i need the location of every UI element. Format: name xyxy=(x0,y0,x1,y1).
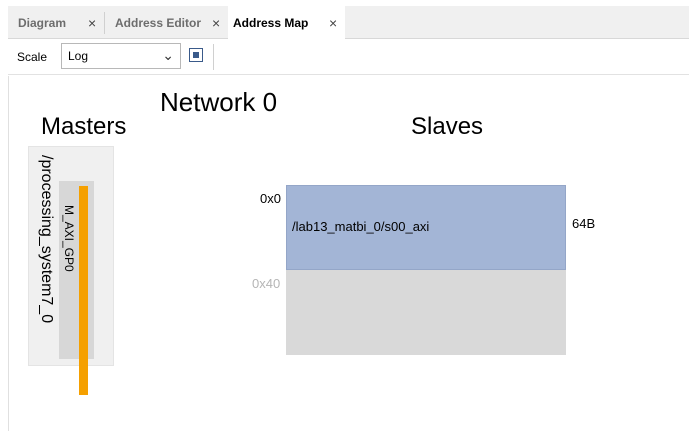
chevron-down-icon: ⌄ xyxy=(162,47,174,63)
fit-view-icon xyxy=(193,52,199,58)
close-icon[interactable]: × xyxy=(212,15,220,31)
scale-dropdown[interactable]: Log ⌄ xyxy=(61,43,181,69)
toolbar: Scale Log ⌄ xyxy=(8,40,689,75)
tab-label: Diagram xyxy=(18,16,67,30)
segment-start-address: 0x40 xyxy=(252,276,281,291)
scale-value: Log xyxy=(68,49,89,63)
masters-heading: Masters xyxy=(41,113,127,140)
close-icon[interactable]: × xyxy=(329,15,337,31)
tab-label: Address Map xyxy=(233,16,309,30)
network-title: Network 0 xyxy=(160,87,278,117)
segment-size: 64B xyxy=(572,216,596,231)
scale-label: Scale xyxy=(17,50,48,64)
close-icon[interactable]: × xyxy=(88,15,96,31)
tab-label: Address Editor xyxy=(115,16,202,30)
master-name: /processing_system7_0 xyxy=(38,155,55,324)
tab-bar: Diagram × Address Editor × Address Map × xyxy=(8,6,689,39)
segment-start-address: 0x0 xyxy=(260,191,281,206)
unmapped-segment xyxy=(286,270,566,355)
slave-segment-label: /lab13_matbi_0/s00_axi xyxy=(292,219,430,234)
tab-address-editor[interactable]: Address Editor × xyxy=(105,6,228,39)
fit-view-button[interactable] xyxy=(189,48,203,62)
master-port-bar[interactable] xyxy=(79,186,88,395)
tab-address-map[interactable]: Address Map × xyxy=(228,6,345,39)
slaves-heading: Slaves xyxy=(411,113,484,140)
master-port-name: M_AXI_GP0 xyxy=(62,205,76,272)
toolbar-divider xyxy=(213,44,214,70)
tab-diagram[interactable]: Diagram × xyxy=(8,6,104,39)
